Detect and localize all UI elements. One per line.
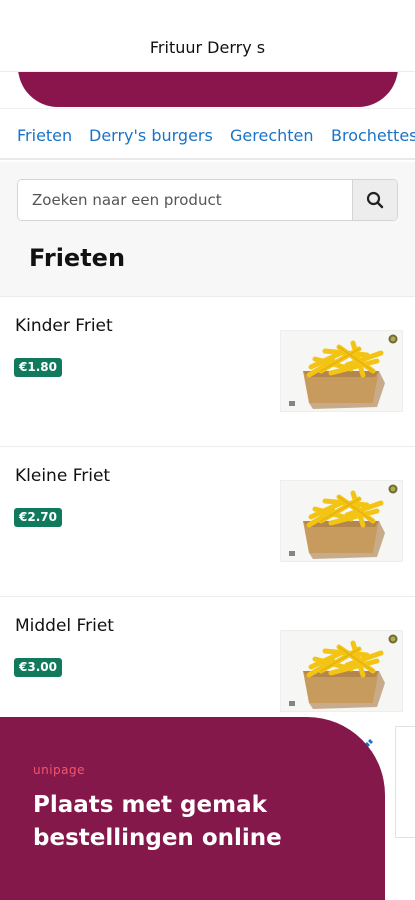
brand-banner — [0, 72, 415, 108]
product-item[interactable]: Kleine Friet €2.70 — [0, 446, 415, 596]
product-name: Middel Friet — [15, 616, 114, 636]
tab-brochettes[interactable]: Brochettes — [331, 126, 415, 145]
product-photo — [280, 330, 403, 412]
fries-image — [281, 631, 403, 712]
product-photo — [280, 480, 403, 562]
brand-banner-arc — [18, 72, 398, 107]
category-tabs: Frieten Derry's burgers Gerechten Broche… — [0, 108, 415, 160]
fries-image — [281, 481, 403, 562]
section-title: Frieten — [29, 244, 126, 272]
unipage-logo: unipage — [33, 763, 86, 777]
partial-card — [395, 726, 415, 838]
app-header: Frituur Derry s — [0, 0, 415, 72]
tab-derrys-burgers[interactable]: Derry's burgers — [89, 126, 213, 145]
search-input[interactable] — [18, 180, 354, 220]
product-name: Kinder Friet — [15, 316, 113, 336]
page-title: Frituur Derry s — [149, 38, 266, 57]
tab-frieten[interactable]: Frieten — [17, 126, 72, 145]
product-name: Kleine Friet — [15, 466, 111, 486]
search-box — [17, 179, 398, 221]
search-icon — [366, 191, 384, 209]
product-item[interactable]: Kinder Friet €1.80 — [0, 296, 415, 446]
promo-overlay[interactable]: unipage Plaats met gemak bestellingen on… — [0, 717, 385, 900]
price-badge: €2.70 — [14, 508, 62, 527]
price-badge: €3.00 — [14, 658, 62, 677]
fries-image — [281, 331, 403, 412]
product-photo — [280, 630, 403, 712]
promo-headline: Plaats met gemak bestellingen online — [33, 792, 282, 851]
tab-gerechten[interactable]: Gerechten — [230, 126, 314, 145]
search-button[interactable] — [352, 180, 397, 220]
price-badge: €1.80 — [14, 358, 62, 377]
